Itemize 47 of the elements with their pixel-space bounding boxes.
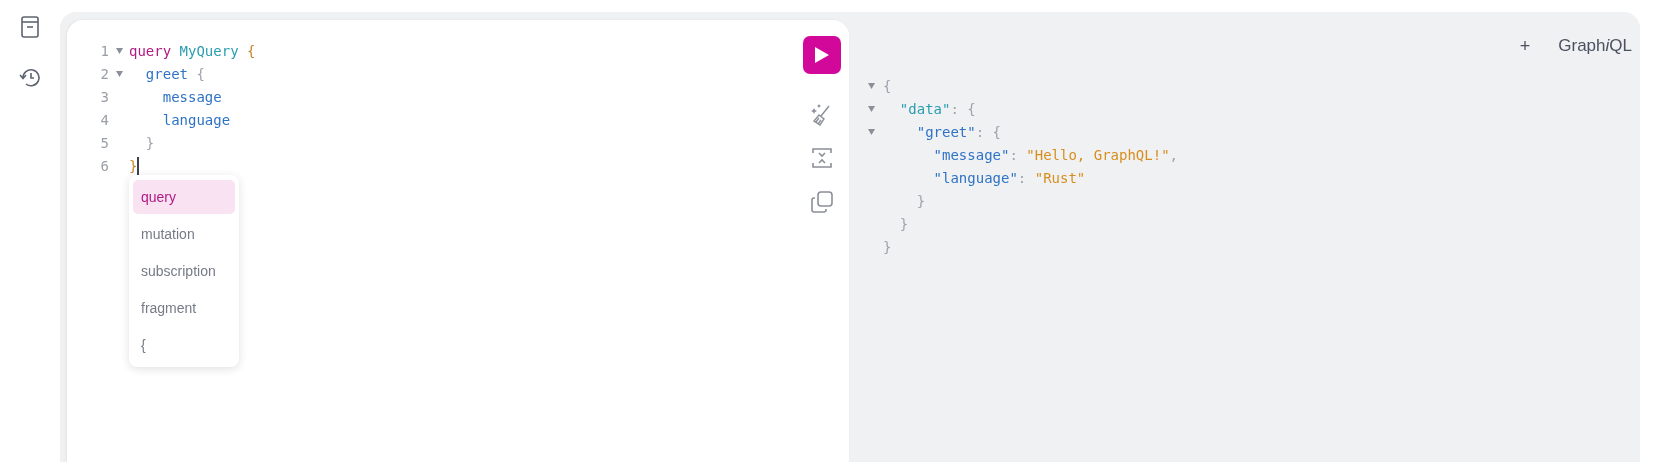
punctuation-token: } bbox=[144, 134, 155, 151]
history-icon[interactable] bbox=[19, 68, 41, 88]
fold-arrow-icon[interactable] bbox=[867, 105, 875, 112]
punctuation-token: , bbox=[1169, 146, 1179, 163]
field-token: "language" bbox=[932, 169, 1018, 186]
punctuation-token: { bbox=[196, 65, 205, 82]
run-button[interactable] bbox=[802, 36, 841, 74]
name-token: "data" bbox=[898, 100, 951, 117]
punctuation-token: } bbox=[898, 215, 909, 232]
field-token: message bbox=[161, 88, 222, 105]
punctuation-token: : bbox=[1017, 169, 1028, 186]
line-number: 6 bbox=[99, 157, 109, 174]
play-icon bbox=[813, 46, 830, 64]
query-editor[interactable]: 1 query MyQuery { 2 greet { 3 message 4 language 5 } 6 } query mutation subscription fragment { bbox=[67, 20, 849, 462]
field-token: language bbox=[161, 111, 231, 128]
string-token: "Rust" bbox=[1034, 169, 1086, 186]
field-token: "message" bbox=[932, 146, 1010, 163]
brace-token: { bbox=[247, 42, 256, 59]
line-number: 4 bbox=[99, 111, 109, 128]
archive-icon[interactable] bbox=[21, 16, 39, 38]
autocomplete-option[interactable]: { bbox=[133, 328, 235, 362]
line-number: 1 bbox=[99, 42, 109, 59]
fold-arrow-icon[interactable] bbox=[867, 128, 875, 135]
autocomplete-option[interactable]: fragment bbox=[133, 291, 235, 325]
name-token: MyQuery bbox=[179, 42, 240, 59]
fold-arrow-icon[interactable] bbox=[115, 70, 123, 77]
autocomplete-option[interactable]: subscription bbox=[133, 254, 235, 288]
punctuation-token: } bbox=[915, 192, 926, 209]
field-token: greet bbox=[144, 65, 189, 82]
line-number: 3 bbox=[99, 88, 109, 105]
line-number: 2 bbox=[99, 65, 109, 82]
brace-token: } bbox=[129, 157, 138, 174]
fold-arrow-icon[interactable] bbox=[867, 82, 875, 89]
string-token: "Hello, GraphQL!" bbox=[1026, 146, 1170, 163]
field-token: "greet" bbox=[915, 123, 976, 140]
punctuation-token: { bbox=[883, 77, 892, 94]
autocomplete-option[interactable]: query bbox=[133, 180, 235, 214]
logo: GraphiQL bbox=[1558, 36, 1632, 56]
keyword-token: query bbox=[129, 42, 173, 59]
punctuation-token: } bbox=[883, 238, 892, 255]
line-number: 5 bbox=[99, 134, 109, 151]
punctuation-token: : bbox=[1009, 146, 1019, 163]
new-tab-button[interactable]: + bbox=[1519, 35, 1531, 57]
punctuation-token: : { bbox=[950, 100, 976, 117]
punctuation-token: : { bbox=[975, 123, 1001, 140]
fold-arrow-icon[interactable] bbox=[115, 47, 123, 54]
autocomplete-option[interactable]: mutation bbox=[133, 217, 235, 251]
